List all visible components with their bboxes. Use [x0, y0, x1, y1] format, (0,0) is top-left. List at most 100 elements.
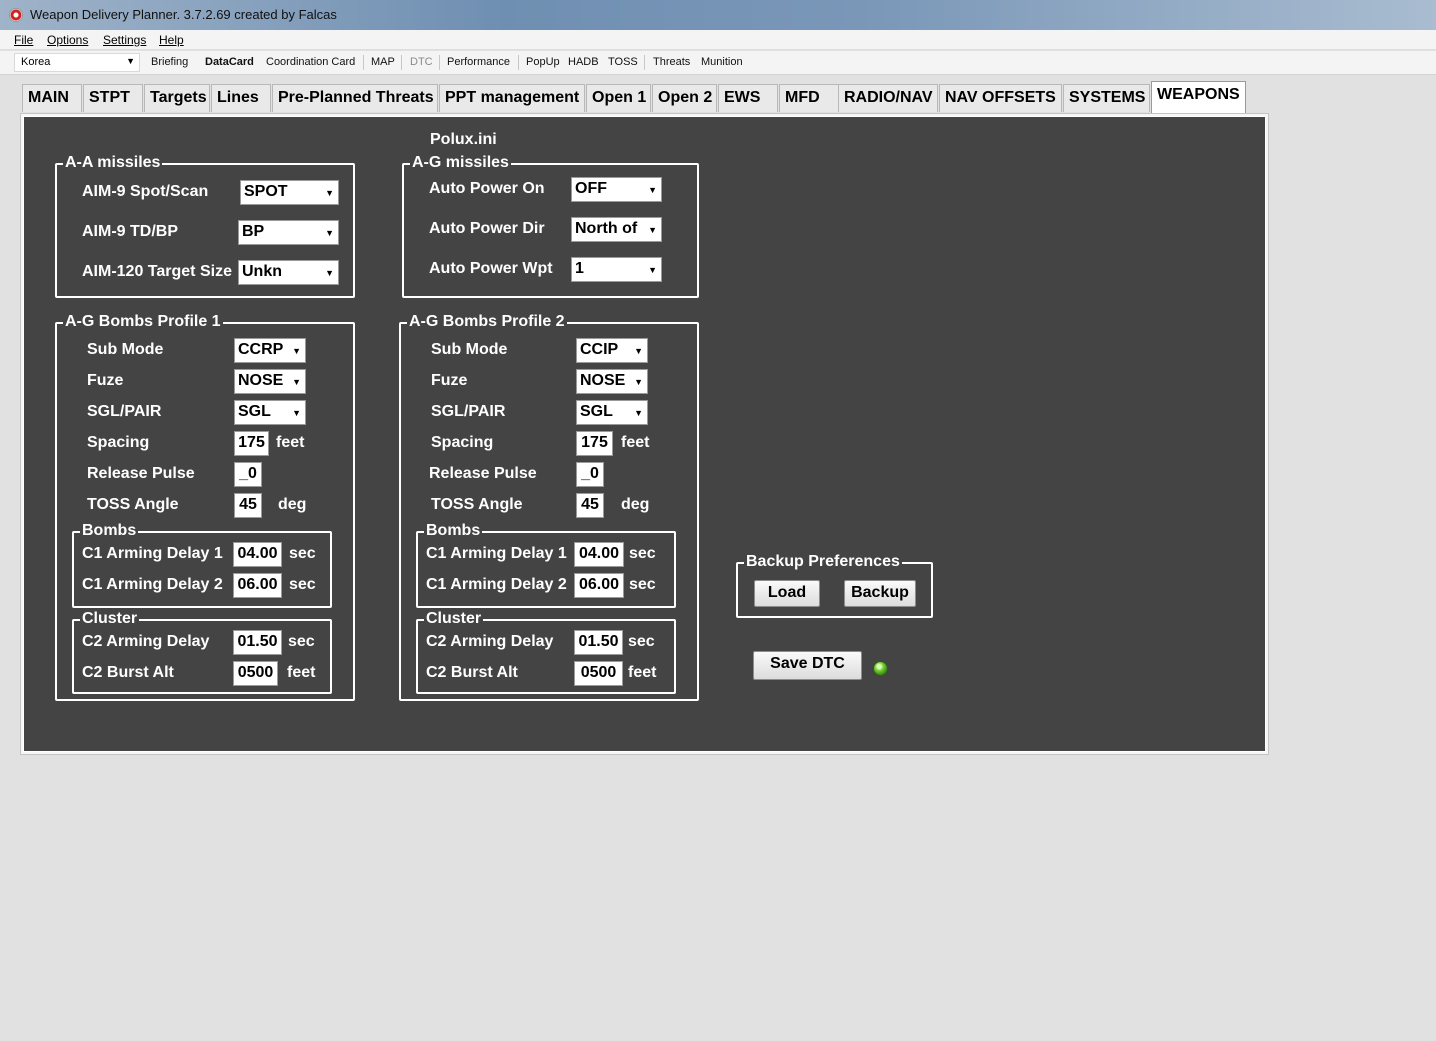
- chevron-down-icon: ▼: [325, 188, 334, 198]
- fuze-select[interactable]: NOSE ▼: [234, 369, 306, 394]
- tab-open-1[interactable]: Open 1: [586, 84, 651, 112]
- tab-mfd[interactable]: MFD: [779, 84, 839, 112]
- auto-power-wpt-label: Auto Power Wpt: [429, 260, 553, 277]
- theater-select[interactable]: Korea ▼: [14, 53, 140, 72]
- bombs-subgroup: Bombs C1 Arming Delay 1 04.00 sec C1 Arm…: [416, 522, 676, 608]
- menu-options[interactable]: Options: [47, 33, 88, 47]
- tab-radio-nav[interactable]: RADIO/NAV: [838, 84, 938, 112]
- c2-arming-delay-input[interactable]: 01.50: [574, 630, 623, 655]
- submode-select[interactable]: CCRP ▼: [234, 338, 306, 363]
- tab-weapons[interactable]: WEAPONS: [1151, 81, 1246, 114]
- fuze-select[interactable]: NOSE ▼: [576, 369, 648, 394]
- tab-main[interactable]: MAIN: [22, 84, 82, 112]
- c1-arming-delay-1-unit: sec: [289, 545, 316, 562]
- toolbar-separator: [518, 55, 519, 70]
- toolbar-map[interactable]: MAP: [371, 56, 395, 68]
- release-pulse-label: Release Pulse: [87, 465, 195, 482]
- toolbar-separator: [644, 55, 645, 70]
- auto-power-dir-label: Auto Power Dir: [429, 220, 545, 237]
- release-pulse-input[interactable]: _0: [576, 462, 604, 487]
- app-icon[interactable]: [9, 8, 23, 22]
- cluster-subgroup: Cluster C2 Arming Delay 01.50 sec C2 Bur…: [416, 610, 676, 694]
- auto-power-dir-select[interactable]: North of ▼: [571, 217, 662, 242]
- spacing-label: Spacing: [431, 434, 494, 451]
- tab-targets[interactable]: Targets: [144, 84, 210, 112]
- auto-power-on-select[interactable]: OFF ▼: [571, 177, 662, 202]
- aim9-tdbp-select[interactable]: BP ▼: [238, 220, 339, 245]
- aim9-spot-value: SPOT: [244, 183, 288, 200]
- backup-button[interactable]: Backup: [844, 580, 916, 607]
- tab-nav-offsets[interactable]: NAV OFFSETS: [939, 84, 1062, 112]
- chevron-down-icon: ▼: [292, 377, 301, 387]
- status-led-icon: [873, 661, 888, 676]
- toolbar-threats[interactable]: Threats: [653, 56, 690, 68]
- ag-missiles-group: A-G missiles Auto Power On OFF ▼ Auto Po…: [402, 154, 699, 298]
- c2-burst-alt-input[interactable]: 0500: [574, 661, 623, 686]
- tab-stpt[interactable]: STPT: [83, 84, 143, 112]
- tab-ppt-management[interactable]: PPT management: [439, 84, 585, 112]
- c1-arming-delay-1-input[interactable]: 04.00: [574, 542, 624, 567]
- submode-select[interactable]: CCIP ▼: [576, 338, 648, 363]
- toolbar: Korea ▼ Briefing DataCard Coordination C…: [0, 51, 1436, 75]
- ini-file-label: Polux.ini: [430, 131, 497, 148]
- c1-arming-delay-2-input[interactable]: 06.00: [233, 573, 282, 598]
- toolbar-performance[interactable]: Performance: [447, 56, 510, 68]
- tab-systems[interactable]: SYSTEMS: [1063, 84, 1150, 112]
- c2-burst-alt-input[interactable]: 0500: [233, 661, 278, 686]
- toss-angle-input[interactable]: 45: [576, 493, 604, 518]
- submode-label: Sub Mode: [87, 341, 164, 358]
- c1-arming-delay-1-input[interactable]: 04.00: [233, 542, 282, 567]
- bombs-subgroup-title: Bombs: [80, 522, 139, 540]
- ag-bombs-profile-1-group: A-G Bombs Profile 1 Sub Mode CCRP ▼ Fuze…: [55, 313, 355, 701]
- tab-content-frame: Polux.ini A-A missiles AIM-9 Spot/Scan S…: [20, 113, 1269, 755]
- save-dtc-button[interactable]: Save DTC: [753, 651, 862, 680]
- auto-power-on-label: Auto Power On: [429, 180, 545, 197]
- c1-arming-delay-1-unit: sec: [629, 545, 656, 562]
- aim120-size-label: AIM-120 Target Size: [82, 263, 232, 280]
- c1-arming-delay-2-label: C1 Arming Delay 2: [426, 576, 567, 593]
- aim9-spot-select[interactable]: SPOT ▼: [240, 180, 339, 205]
- profile-2-title: A-G Bombs Profile 2: [407, 313, 567, 331]
- sgl-pair-select[interactable]: SGL ▼: [234, 400, 306, 425]
- auto-power-wpt-select[interactable]: 1 ▼: [571, 257, 662, 282]
- toss-angle-input[interactable]: 45: [234, 493, 262, 518]
- menu-settings[interactable]: Settings: [103, 33, 146, 47]
- toolbar-datacard[interactable]: DataCard: [205, 56, 254, 68]
- submode-label: Sub Mode: [431, 341, 508, 358]
- chevron-down-icon: ▼: [325, 228, 334, 238]
- spacing-label: Spacing: [87, 434, 150, 451]
- menu-file[interactable]: File: [14, 33, 33, 47]
- chevron-down-icon: ▼: [648, 185, 657, 195]
- sgl-pair-select[interactable]: SGL ▼: [576, 400, 648, 425]
- tab-ews[interactable]: EWS: [718, 84, 778, 112]
- tab-open-2[interactable]: Open 2: [652, 84, 717, 112]
- toolbar-munition[interactable]: Munition: [701, 56, 743, 68]
- tab-pre-planned-threats[interactable]: Pre-Planned Threats: [272, 84, 438, 112]
- c1-arming-delay-2-input[interactable]: 06.00: [574, 573, 624, 598]
- toolbar-separator: [401, 55, 402, 70]
- release-pulse-input[interactable]: _0: [234, 462, 262, 487]
- toolbar-coordination-card[interactable]: Coordination Card: [266, 56, 355, 68]
- toolbar-briefing[interactable]: Briefing: [151, 56, 188, 68]
- spacing-input[interactable]: 175: [576, 431, 613, 456]
- toolbar-dtc[interactable]: DTC: [410, 56, 433, 68]
- tab-lines[interactable]: Lines: [211, 84, 271, 112]
- spacing-input[interactable]: 175: [234, 431, 269, 456]
- toss-angle-unit: deg: [621, 496, 650, 513]
- c1-arming-delay-1-label: C1 Arming Delay 1: [82, 545, 223, 562]
- tab-strip: MAIN STPT Targets Lines Pre-Planned Thre…: [0, 78, 1436, 114]
- aim120-size-select[interactable]: Unkn ▼: [238, 260, 339, 285]
- menu-help[interactable]: Help: [159, 33, 184, 47]
- chevron-down-icon: ▼: [634, 346, 643, 356]
- toolbar-popup[interactable]: PopUp: [526, 56, 560, 68]
- c2-arming-delay-input[interactable]: 01.50: [233, 630, 282, 655]
- profile-1-title: A-G Bombs Profile 1: [63, 313, 223, 331]
- chevron-down-icon: ▼: [292, 408, 301, 418]
- chevron-down-icon: ▼: [325, 268, 334, 278]
- load-button[interactable]: Load: [754, 580, 820, 607]
- aa-missiles-group: A-A missiles AIM-9 Spot/Scan SPOT ▼ AIM-…: [55, 154, 355, 298]
- c2-burst-alt-unit: feet: [628, 664, 657, 681]
- toolbar-toss[interactable]: TOSS: [608, 56, 638, 68]
- toolbar-hadb[interactable]: HADB: [568, 56, 599, 68]
- window-title: Weapon Delivery Planner. 3.7.2.69 create…: [30, 7, 337, 22]
